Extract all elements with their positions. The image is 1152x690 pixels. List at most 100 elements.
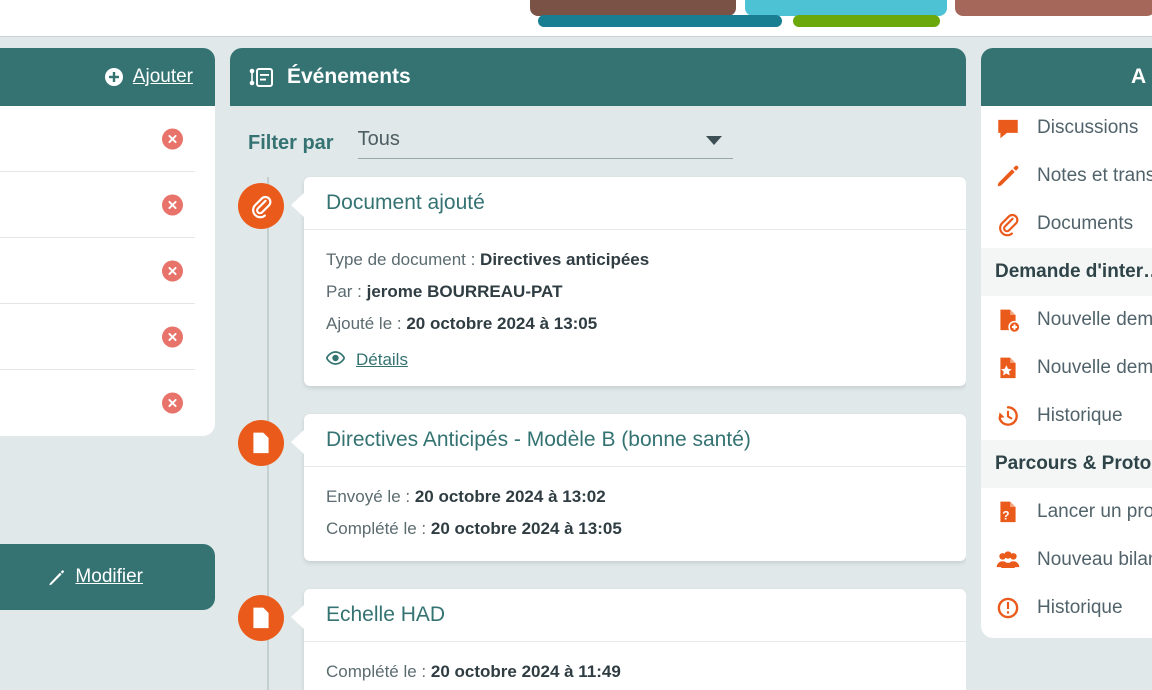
svg-text:?: ? bbox=[1002, 509, 1009, 523]
pencil-icon bbox=[995, 163, 1021, 189]
delete-button[interactable] bbox=[162, 128, 183, 149]
document-question-icon[interactable]: ? bbox=[238, 595, 284, 641]
filter-select-value: Tous bbox=[357, 128, 400, 150]
sidebar-item-label: Nouveau bilan… bbox=[1037, 549, 1152, 570]
app-root: Ajouter …nérale …e …se.care …nnese.care …ane… bbox=[0, 0, 1152, 690]
timeline-event: ? Directives Anticipés - Modèle B (bonne … bbox=[230, 414, 966, 561]
event-field: Complété le : 20 octobre 2024 à 13:05 bbox=[326, 519, 622, 538]
events-timeline: Document ajouté Type de document : Direct… bbox=[230, 177, 966, 690]
pencil-icon bbox=[47, 568, 66, 587]
sidebar-item-label: Nouvelle dem… bbox=[1037, 309, 1152, 330]
document-plus-icon bbox=[995, 307, 1021, 333]
delete-button[interactable] bbox=[162, 194, 183, 215]
edit-button[interactable]: Modifier bbox=[47, 566, 143, 588]
svg-text:?: ? bbox=[255, 615, 262, 629]
events-panel-title: Événements bbox=[287, 65, 411, 88]
sidebar-item-label: Nouvelle dem… bbox=[1037, 357, 1152, 378]
left-panel-header: Ajouter bbox=[0, 48, 215, 106]
event-field-value: jerome BOURREAU-PAT bbox=[366, 282, 563, 301]
event-field-value: 20 octobre 2024 à 13:02 bbox=[414, 487, 606, 506]
event-card: Directives Anticipés - Modèle B (bonne s… bbox=[291, 414, 966, 561]
list-item: …anese.care bbox=[0, 370, 195, 436]
delete-button[interactable] bbox=[162, 260, 183, 281]
sidebar-item-documents[interactable]: Documents bbox=[981, 200, 1152, 248]
document-question-icon: ? bbox=[995, 499, 1021, 525]
actions-panel: A Discussions Notes et trans… Documents Dem… bbox=[981, 48, 1152, 638]
sidebar-item-label: Notes et trans… bbox=[1037, 165, 1152, 186]
sidebar-item-label: Lancer un prot… bbox=[1037, 501, 1152, 522]
chevron-down-icon bbox=[705, 134, 723, 152]
event-title: Directives Anticipés - Modèle B (bonne s… bbox=[304, 414, 966, 467]
left-panel-footer: Modifier bbox=[0, 544, 215, 610]
details-link-label: Détails bbox=[356, 350, 408, 369]
document-star-icon bbox=[995, 355, 1021, 381]
list-item-primary: …nérale bbox=[0, 117, 145, 140]
paperclip-icon bbox=[995, 211, 1021, 237]
sidebar-item-label: Historique bbox=[1037, 597, 1123, 618]
event-body: Envoyé le : 20 octobre 2024 à 13:02 Compl… bbox=[304, 467, 966, 561]
paperclip-icon[interactable] bbox=[238, 183, 284, 229]
toolbar-button-4[interactable] bbox=[538, 15, 782, 27]
plus-icon bbox=[104, 67, 124, 87]
sidebar-item-lancer-un-prot[interactable]: ? Lancer un prot… bbox=[981, 488, 1152, 536]
event-title: Document ajouté bbox=[304, 177, 966, 230]
document-question-icon[interactable]: ? bbox=[238, 420, 284, 466]
actions-panel-body: Discussions Notes et trans… Documents Deman… bbox=[981, 106, 1152, 638]
add-button[interactable]: Ajouter bbox=[104, 66, 193, 88]
section-heading: Demande d'inter… bbox=[981, 248, 1152, 296]
timeline-events-icon bbox=[248, 64, 275, 91]
history-alert-icon bbox=[995, 595, 1021, 621]
event-field-value: 20 octobre 2024 à 13:05 bbox=[430, 519, 622, 538]
sidebar-item-label: Discussions bbox=[1037, 117, 1139, 138]
sidebar-item-notes-et-trans[interactable]: Notes et trans… bbox=[981, 152, 1152, 200]
event-field: Par : jerome BOURREAU-PAT bbox=[326, 282, 563, 301]
toolbar-divider bbox=[0, 36, 1152, 37]
left-panel-list: …nérale …e …se.care …nnese.care …anese.care bbox=[0, 106, 215, 436]
event-field: Type de document : Directives anticipées bbox=[326, 250, 650, 269]
event-body: Type de document : Directives anticipées… bbox=[304, 230, 966, 386]
list-item: …se.care bbox=[0, 238, 195, 304]
events-panel: Événements Filter par Tous Document ajou… bbox=[230, 48, 966, 690]
toolbar-button-5[interactable] bbox=[793, 15, 940, 27]
filter-select[interactable]: Tous bbox=[357, 128, 733, 159]
details-link[interactable]: Détails bbox=[325, 350, 408, 370]
timeline-event: ? Echelle HAD Complété le : 20 octobre 202… bbox=[230, 589, 966, 690]
toolbar-button-1[interactable] bbox=[530, 0, 736, 16]
list-item: …nnese.care bbox=[0, 304, 195, 370]
event-field-value: Directives anticipées bbox=[480, 250, 650, 269]
sidebar-item-historique[interactable]: Historique bbox=[981, 392, 1152, 440]
list-item-secondary: …anese.care bbox=[0, 395, 145, 413]
left-panel: Ajouter …nérale …e …se.care …nnese.care …ane… bbox=[0, 48, 215, 436]
delete-button[interactable] bbox=[162, 326, 183, 347]
list-item-secondary: …e bbox=[0, 142, 145, 160]
list-item-secondary: …nnese.care bbox=[0, 329, 145, 347]
event-title: Echelle HAD bbox=[304, 589, 966, 642]
sidebar-item-label: Historique bbox=[1037, 405, 1123, 426]
toolbar-button-2[interactable] bbox=[745, 0, 947, 16]
list-item bbox=[0, 172, 195, 238]
people-icon bbox=[995, 547, 1021, 573]
section-heading: Parcours & Proto… bbox=[981, 440, 1152, 488]
event-field: Complété le : 20 octobre 2024 à 11:49 bbox=[326, 662, 621, 681]
sidebar-item-nouveau-bilan[interactable]: Nouveau bilan… bbox=[981, 536, 1152, 584]
svg-text:?: ? bbox=[255, 440, 262, 454]
event-card: Document ajouté Type de document : Direct… bbox=[291, 177, 966, 386]
sidebar-item-label: Documents bbox=[1037, 213, 1134, 234]
sidebar-item-discussions[interactable]: Discussions bbox=[981, 106, 1152, 152]
add-button-label: Ajouter bbox=[132, 66, 193, 87]
actions-panel-header: A bbox=[981, 48, 1152, 106]
toolbar-button-3[interactable] bbox=[955, 0, 1152, 16]
timeline-event: Document ajouté Type de document : Direct… bbox=[230, 177, 966, 386]
event-body: Complété le : 20 octobre 2024 à 11:49 bbox=[304, 642, 966, 690]
history-icon bbox=[995, 403, 1021, 429]
events-panel-header: Événements bbox=[230, 48, 966, 106]
event-card: Echelle HAD Complété le : 20 octobre 2024… bbox=[291, 589, 966, 690]
sidebar-item-nouvelle-dem[interactable]: Nouvelle dem… bbox=[981, 296, 1152, 344]
actions-panel-title: A bbox=[1131, 65, 1147, 88]
filter-bar: Filter par Tous bbox=[230, 106, 966, 159]
sidebar-item-historique[interactable]: Historique bbox=[981, 584, 1152, 632]
event-field-value: 20 octobre 2024 à 13:05 bbox=[406, 314, 598, 333]
delete-button[interactable] bbox=[162, 392, 183, 414]
sidebar-item-nouvelle-dem[interactable]: Nouvelle dem… bbox=[981, 344, 1152, 392]
edit-button-label: Modifier bbox=[75, 566, 143, 587]
